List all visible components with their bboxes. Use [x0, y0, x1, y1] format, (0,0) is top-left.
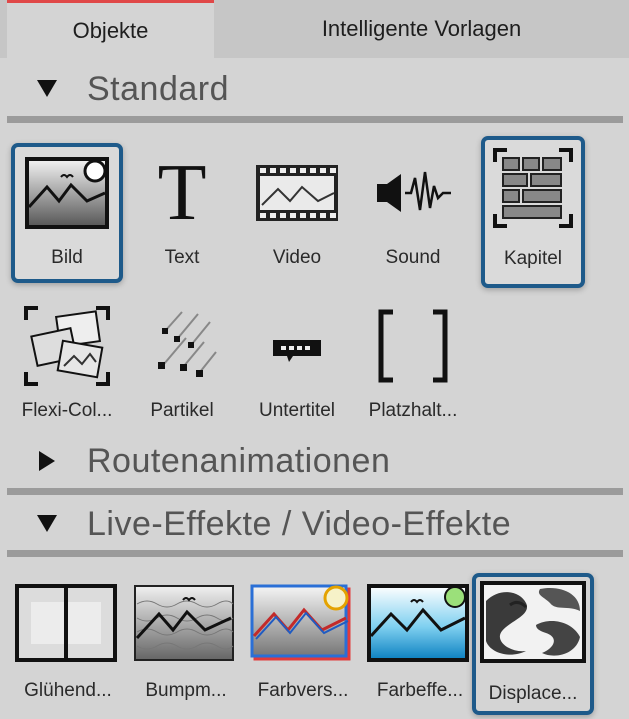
section-divider — [7, 550, 623, 557]
expanded-triangle-icon — [33, 510, 61, 538]
section-title-route-animations: Routenanimationen — [87, 441, 391, 480]
object-item-label: Text — [164, 247, 200, 268]
tab-objects[interactable]: Objekte — [7, 0, 214, 58]
color-effect-icon — [367, 584, 469, 662]
placeholder-icon — [368, 306, 458, 386]
effect-item-label: Glühend... — [24, 680, 112, 701]
chapter-icon — [488, 148, 578, 228]
section-live-effects-header[interactable]: Live-Effekte / Video-Effekte — [7, 499, 623, 549]
collapsed-triangle-icon — [33, 447, 61, 475]
effect-item-label: Farbeffe... — [376, 680, 464, 701]
section-route-animations-header[interactable]: Routenanimationen — [7, 436, 623, 486]
color-shift-effect-icon — [250, 584, 352, 662]
object-item-label: Sound — [385, 247, 441, 268]
object-item-chapter[interactable]: Kapitel — [481, 136, 585, 288]
object-item-particle[interactable]: Partikel — [126, 296, 238, 436]
object-item-subtitle[interactable]: Untertitel — [241, 296, 353, 436]
bumpmap-effect-icon — [133, 584, 235, 662]
object-item-label: Kapitel — [503, 248, 563, 269]
object-item-sound[interactable]: Sound — [357, 143, 469, 283]
tab-bar: Objekte Intelligente Vorlagen — [0, 0, 629, 58]
object-item-label: Partikel — [150, 400, 214, 421]
object-item-label: Untertitel — [258, 400, 336, 421]
section-standard-header[interactable]: Standard — [7, 64, 623, 114]
section-title-live-effects: Live-Effekte / Video-Effekte — [87, 504, 512, 543]
object-item-label: Flexi-Col... — [21, 400, 113, 421]
subtitle-icon — [252, 306, 342, 386]
effect-item-color-shift[interactable]: Farbvers... — [244, 576, 362, 714]
tab-smart-templates[interactable]: Intelligente Vorlagen — [214, 0, 629, 58]
effect-item-glow[interactable]: Glühend... — [9, 576, 127, 714]
effect-item-label: Displace... — [488, 683, 578, 704]
object-item-image[interactable]: Bild — [11, 143, 123, 283]
object-item-label: Video — [272, 247, 322, 268]
object-item-video[interactable]: Video — [241, 143, 353, 283]
flexi-collage-icon — [22, 306, 112, 386]
section-divider — [7, 116, 623, 123]
displace-effect-icon — [480, 581, 586, 663]
effect-item-label: Farbvers... — [257, 680, 349, 701]
expanded-triangle-icon — [33, 75, 61, 103]
section-title-standard: Standard — [87, 69, 229, 108]
text-icon: T — [157, 149, 207, 237]
object-item-placeholder[interactable]: Platzhalt... — [357, 296, 469, 436]
glow-effect-icon — [15, 584, 117, 662]
effect-item-displace[interactable]: Displace... — [472, 573, 594, 715]
object-item-flexi-collage[interactable]: Flexi-Col... — [11, 296, 123, 436]
effect-item-bumpmap[interactable]: Bumpm... — [127, 576, 245, 714]
video-icon — [252, 153, 342, 233]
object-item-text[interactable]: T Text — [126, 143, 238, 283]
section-divider — [7, 488, 623, 495]
effect-item-label: Bumpm... — [145, 680, 227, 701]
object-item-label: Bild — [51, 247, 83, 268]
sound-icon — [368, 153, 458, 233]
image-icon — [22, 153, 112, 233]
object-item-label: Platzhalt... — [368, 400, 458, 421]
effect-item-color-effect[interactable]: Farbeffe... — [361, 576, 479, 714]
particle-icon — [137, 306, 227, 386]
